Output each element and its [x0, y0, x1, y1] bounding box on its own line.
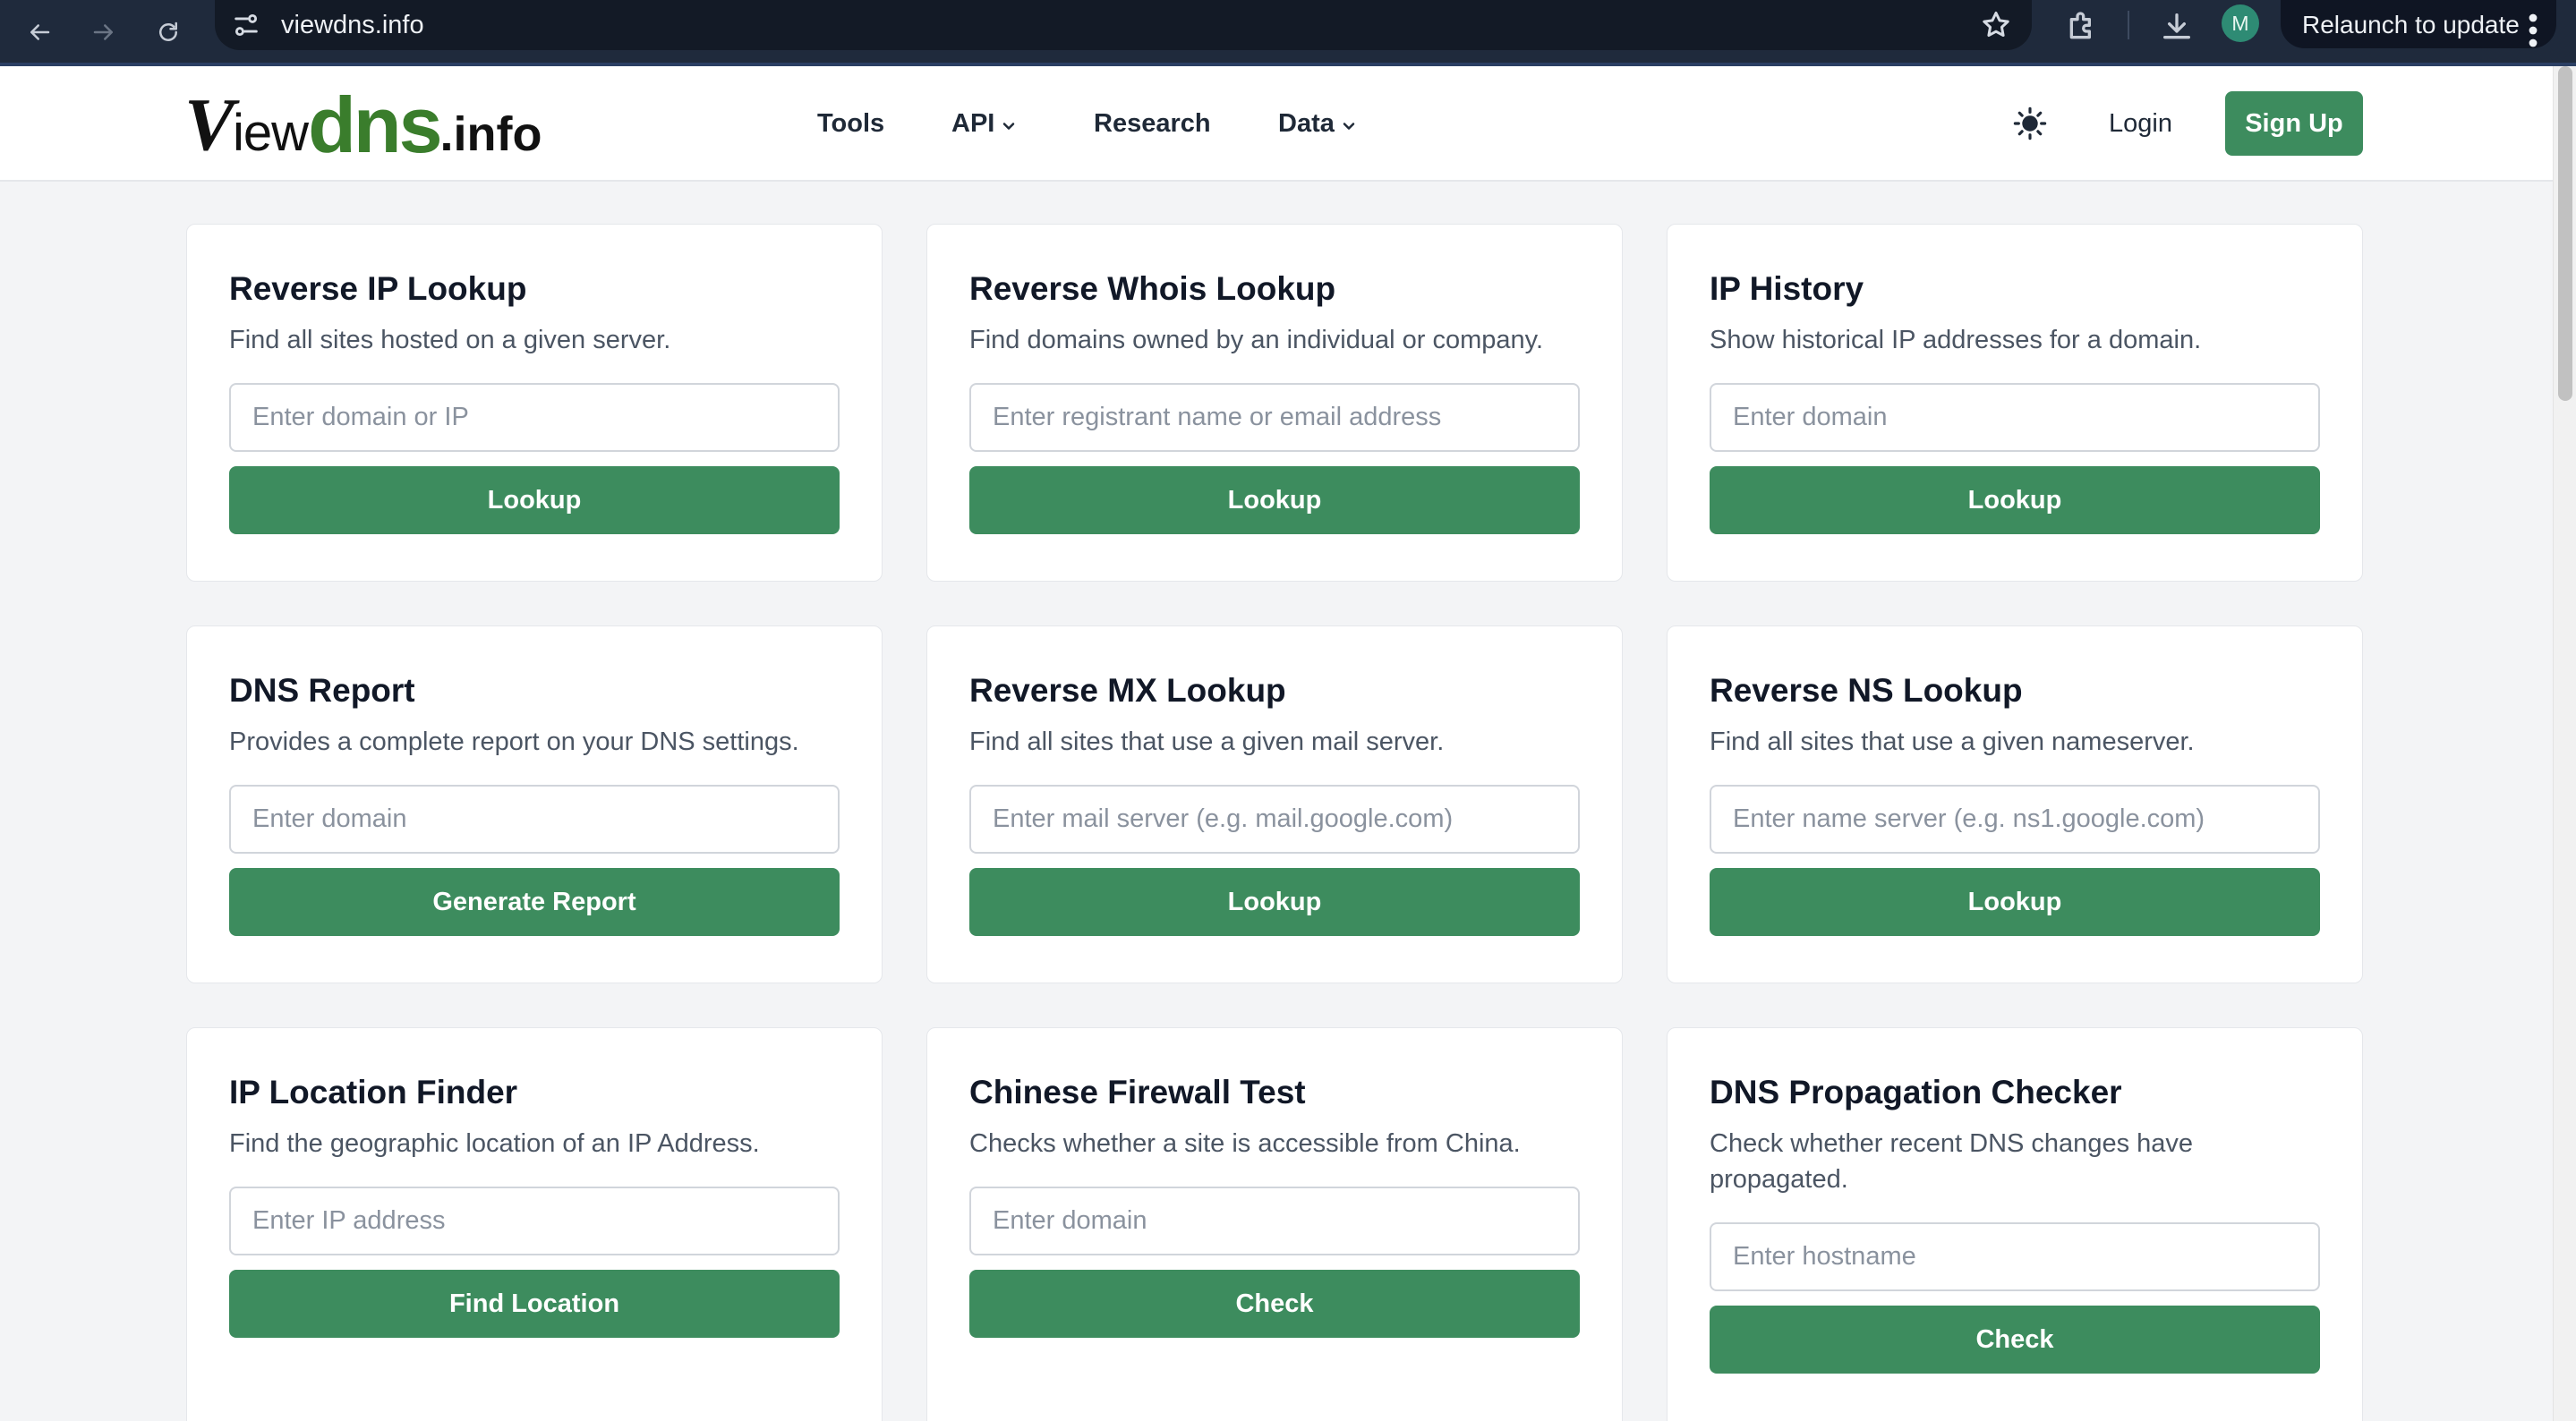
bookmark-star-icon[interactable]	[1980, 9, 2012, 41]
reverse-whois-input[interactable]	[969, 383, 1580, 452]
card-title: Reverse NS Lookup	[1710, 672, 2023, 709]
tool-card-reverse-mx: Reverse MX Lookup Find all sites that us…	[926, 625, 1623, 983]
nav-tools[interactable]: Tools	[817, 109, 884, 139]
propagation-input[interactable]	[1710, 1222, 2320, 1291]
chevron-down-icon	[1343, 122, 1355, 130]
card-title: Reverse Whois Lookup	[969, 270, 1336, 307]
extensions-puzzle-icon[interactable]	[2064, 9, 2100, 45]
ip-history-lookup-button[interactable]: Lookup	[1710, 466, 2320, 534]
card-description: Checks whether a site is accessible from…	[969, 1129, 1521, 1158]
url-text[interactable]: viewdns.info	[281, 11, 424, 40]
reverse-ip-lookup-button[interactable]: Lookup	[229, 466, 840, 534]
tool-card-ip-history: IP History Show historical IP addresses …	[1667, 224, 2363, 582]
generate-report-button[interactable]: Generate Report	[229, 868, 840, 936]
propagation-check-button[interactable]: Check	[1710, 1306, 2320, 1374]
nav-research-label: Research	[1094, 109, 1211, 138]
reverse-whois-lookup-button[interactable]: Lookup	[969, 466, 1580, 534]
dns-report-input[interactable]	[229, 785, 840, 854]
site-header: View dns .info Tools API Research Data Log…	[0, 66, 2553, 182]
firewall-test-input[interactable]	[969, 1187, 1580, 1255]
reverse-ip-input[interactable]	[229, 383, 840, 452]
relaunch-label: Relaunch to update	[2302, 11, 2520, 38]
nav-api[interactable]: API	[951, 109, 1018, 139]
page-scrollbar[interactable]	[2553, 66, 2576, 1421]
logo-v: V	[184, 83, 235, 166]
card-title: Chinese Firewall Test	[969, 1074, 1306, 1110]
nav-research[interactable]: Research	[1094, 109, 1211, 139]
card-description: Find domains owned by an individual or c…	[969, 326, 1544, 354]
download-icon[interactable]	[2159, 9, 2195, 45]
address-bar[interactable]: viewdns.info	[215, 0, 2032, 50]
reverse-ns-input[interactable]	[1710, 785, 2320, 854]
forward-arrow-icon[interactable]	[81, 9, 127, 55]
find-location-button[interactable]: Find Location	[229, 1270, 840, 1338]
sign-up-button[interactable]: Sign Up	[2225, 91, 2363, 156]
ip-location-input[interactable]	[229, 1187, 840, 1255]
card-title: DNS Report	[229, 672, 415, 709]
login-link[interactable]: Login	[2109, 109, 2172, 139]
tool-card-reverse-ns: Reverse NS Lookup Find all sites that us…	[1667, 625, 2363, 983]
tool-card-reverse-whois: Reverse Whois Lookup Find domains owned …	[926, 224, 1623, 582]
nav-data-label: Data	[1278, 109, 1335, 138]
tool-card-chinese-firewall: Chinese Firewall Test Checks whether a s…	[926, 1027, 1623, 1421]
relaunch-button[interactable]: Relaunch to update	[2281, 0, 2556, 48]
card-description: Find all sites that use a given nameserv…	[1710, 728, 2195, 756]
card-title: Reverse MX Lookup	[969, 672, 1286, 709]
reload-icon[interactable]	[145, 9, 192, 55]
back-arrow-icon[interactable]	[16, 9, 63, 55]
toolbar-divider	[2128, 11, 2129, 39]
tool-card-ip-location: IP Location Finder Find the geographic l…	[186, 1027, 883, 1421]
browser-toolbar: viewdns.info M Relaunch to update	[0, 0, 2576, 65]
logo-dns: dns	[308, 81, 442, 169]
card-title: DNS Propagation Checker	[1710, 1074, 2122, 1110]
reverse-mx-lookup-button[interactable]: Lookup	[969, 868, 1580, 936]
card-title: IP Location Finder	[229, 1074, 518, 1110]
card-description: Find all sites that use a given mail ser…	[969, 728, 1445, 756]
viewdns-logo[interactable]: View dns .info	[184, 81, 542, 169]
card-description: Find the geographic location of an IP Ad…	[229, 1129, 760, 1158]
card-description: Find all sites hosted on a given server.	[229, 326, 671, 354]
firewall-check-button[interactable]: Check	[969, 1270, 1580, 1338]
nav-data[interactable]: Data	[1278, 109, 1358, 139]
card-title: IP History	[1710, 270, 1864, 307]
card-description: Show historical IP addresses for a domai…	[1710, 326, 2202, 354]
logo-info: .info	[439, 107, 542, 161]
card-title: Reverse IP Lookup	[229, 270, 527, 307]
nav-tools-label: Tools	[817, 109, 885, 138]
tools-grid: Reverse IP Lookup Find all sites hosted …	[186, 224, 2363, 1421]
ip-history-input[interactable]	[1710, 383, 2320, 452]
chevron-down-icon	[1003, 122, 1015, 130]
logo-iew: iew	[233, 104, 309, 162]
more-menu-icon[interactable]	[2526, 9, 2540, 47]
card-description: Check whether recent DNS changes have pr…	[1710, 1129, 2194, 1194]
scrollbar-thumb[interactable]	[2558, 66, 2572, 401]
site-settings-icon[interactable]	[231, 10, 261, 40]
card-description: Provides a complete report on your DNS s…	[229, 728, 799, 756]
tool-card-dns-report: DNS Report Provides a complete report on…	[186, 625, 883, 983]
tool-card-dns-propagation: DNS Propagation Checker Check whether re…	[1667, 1027, 2363, 1421]
reverse-ns-lookup-button[interactable]: Lookup	[1710, 868, 2320, 936]
nav-api-label: API	[951, 109, 995, 138]
theme-toggle-sun-icon[interactable]	[2013, 106, 2047, 140]
reverse-mx-input[interactable]	[969, 785, 1580, 854]
tool-card-reverse-ip: Reverse IP Lookup Find all sites hosted …	[186, 224, 883, 582]
profile-avatar[interactable]: M	[2222, 4, 2259, 42]
